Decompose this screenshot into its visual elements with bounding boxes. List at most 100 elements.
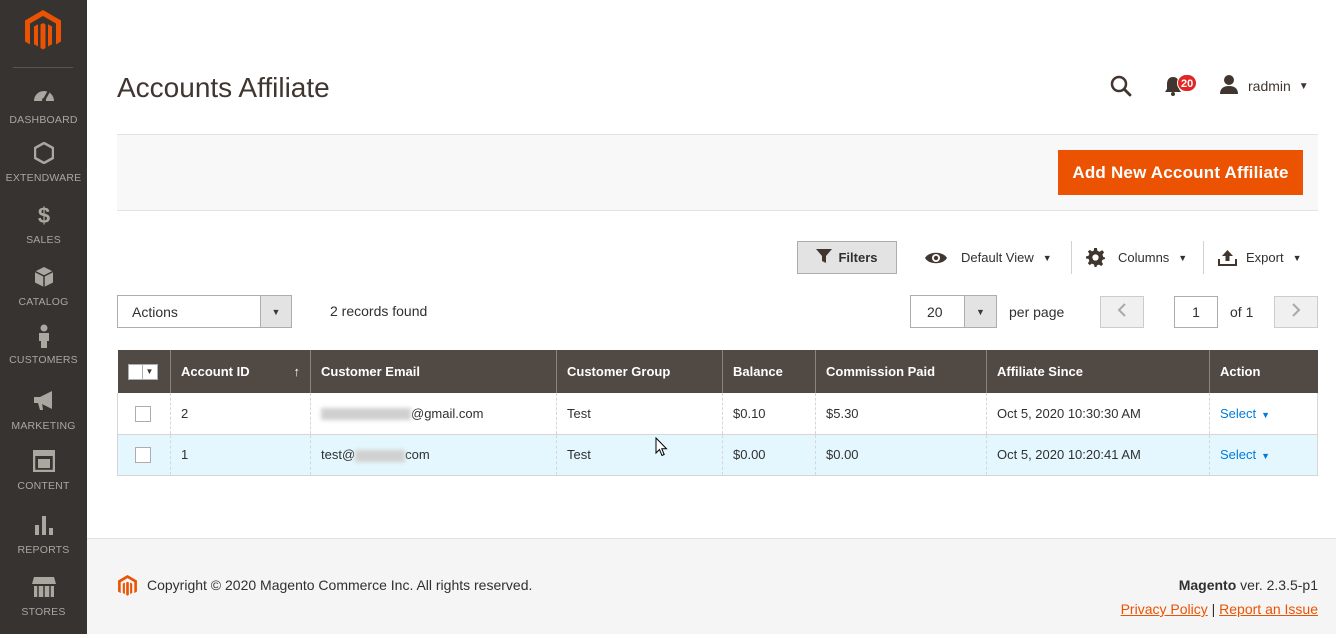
chevron-down-icon: ▼	[1261, 451, 1271, 461]
records-found-count: 2 records found	[330, 303, 428, 319]
grid-header-row: ▼ Account ID ↑ Customer Email Customer G…	[117, 350, 1318, 393]
privacy-policy-link[interactable]: Privacy Policy	[1121, 601, 1208, 617]
row-action-label: Select	[1220, 447, 1257, 462]
sidebar-item-customers[interactable]: CUSTOMERS	[0, 324, 87, 386]
affiliate-accounts-grid: ▼ Account ID ↑ Customer Email Customer G…	[117, 350, 1318, 476]
table-row[interactable]: 2 @gmail.com Test $0.10 $5.30 Oct 5, 202…	[117, 393, 1318, 435]
sidebar-item-label: SALES	[26, 234, 61, 246]
sidebar-item-extendware[interactable]: EXTENDWARE	[0, 142, 87, 204]
default-view-label: Default View	[961, 250, 1034, 265]
export-dropdown[interactable]: Export ▼	[1218, 241, 1302, 274]
magento-footer-logo-icon	[118, 575, 137, 602]
default-view-dropdown[interactable]: Default View ▼	[924, 241, 1052, 274]
brand-name: Magento	[1178, 577, 1237, 593]
sidebar-item-label: CUSTOMERS	[9, 354, 78, 366]
chevron-down-icon: ▼	[1292, 252, 1302, 263]
customer-group-cell: Test	[556, 434, 723, 476]
bar-chart-icon	[0, 514, 87, 538]
per-page-value: 20	[927, 303, 943, 320]
affiliate-since-cell: Oct 5, 2020 10:20:41 AM	[986, 434, 1210, 476]
search-icon[interactable]	[1109, 74, 1133, 103]
footer-links: Privacy Policy | Report an Issue	[1121, 601, 1318, 617]
funnel-icon	[816, 249, 833, 266]
row-select-cell[interactable]	[117, 393, 171, 435]
report-issue-link[interactable]: Report an Issue	[1219, 601, 1318, 617]
notification-count-badge: 20	[1177, 74, 1198, 92]
previous-page-button[interactable]	[1100, 296, 1144, 328]
sidebar-item-dashboard[interactable]: DASHBOARD	[0, 84, 87, 146]
row-action-select[interactable]: Select ▼	[1220, 447, 1270, 462]
row-select-cell[interactable]	[117, 434, 171, 476]
column-header-balance[interactable]: Balance	[722, 350, 816, 393]
next-page-button[interactable]	[1274, 296, 1318, 328]
sidebar-item-reports[interactable]: REPORTS	[0, 514, 87, 576]
customer-group-cell: Test	[556, 393, 723, 435]
sidebar-item-catalog[interactable]: CATALOG	[0, 266, 87, 328]
row-checkbox[interactable]	[135, 405, 151, 422]
mass-select-checkbox[interactable]: ▼	[127, 363, 158, 380]
sidebar-item-content[interactable]: CONTENT	[0, 450, 87, 512]
toolbar-divider	[1203, 241, 1204, 274]
email-prefix: test@	[321, 447, 356, 462]
column-label: Account ID	[181, 364, 250, 379]
column-label: Action	[1220, 364, 1261, 379]
chevron-down-icon: ▼	[1261, 409, 1271, 420]
total-pages-label: of 1	[1230, 304, 1254, 320]
dashboard-icon	[0, 84, 87, 108]
box-icon	[0, 266, 87, 290]
current-page-input[interactable]	[1174, 296, 1218, 328]
column-label: Customer Group	[567, 364, 671, 379]
version-info: Magento ver. 2.3.5-p1	[1179, 577, 1318, 593]
gear-icon	[1086, 248, 1105, 267]
balance-cell: $0.00	[722, 434, 816, 476]
redacted-email-part	[355, 449, 406, 462]
sidebar-item-label: CATALOG	[18, 296, 69, 308]
chevron-down-icon: ▼	[1178, 252, 1188, 263]
per-page-select[interactable]: 20 ▼	[910, 295, 997, 328]
account-id-cell: 1	[170, 434, 311, 476]
chevron-down-icon: ▼	[1042, 252, 1052, 263]
megaphone-icon	[0, 390, 87, 414]
magento-logo-icon[interactable]	[25, 10, 61, 52]
user-name: radmin	[1248, 78, 1291, 94]
action-cell: Select ▼	[1209, 393, 1318, 435]
email-suffix: @gmail.com	[411, 405, 484, 421]
column-label: Balance	[733, 364, 783, 379]
column-header-commission-paid[interactable]: Commission Paid	[815, 350, 987, 393]
mass-select-header[interactable]: ▼	[117, 350, 171, 393]
columns-label: Columns	[1118, 250, 1170, 265]
sidebar-item-label: CONTENT	[17, 480, 70, 492]
chevron-left-icon	[1117, 302, 1127, 322]
chevron-down-icon: ▼	[1298, 80, 1309, 92]
sidebar-item-sales[interactable]: $ SALES	[0, 204, 87, 266]
svg-text:$: $	[37, 204, 49, 226]
admin-user-menu[interactable]: radmin ▼	[1219, 74, 1309, 99]
eye-icon	[924, 250, 948, 266]
table-row[interactable]: 1 test@ com Test $0.00 $0.00 Oct 5, 2020 …	[117, 434, 1318, 476]
columns-dropdown[interactable]: Columns ▼	[1086, 241, 1187, 274]
column-header-affiliate-since[interactable]: Affiliate Since	[986, 350, 1210, 393]
action-cell: Select ▼	[1209, 434, 1318, 476]
balance-cell: $0.10	[722, 393, 816, 435]
add-new-account-affiliate-button[interactable]: Add New Account Affiliate	[1058, 150, 1303, 195]
store-icon	[0, 576, 87, 600]
mass-actions-select[interactable]: Actions ▼	[117, 295, 292, 328]
column-header-account-id[interactable]: Account ID ↑	[170, 350, 311, 393]
sidebar-item-stores[interactable]: STORES	[0, 576, 87, 638]
copyright-text: Copyright © 2020 Magento Commerce Inc. A…	[147, 577, 533, 593]
filters-label: Filters	[838, 250, 878, 265]
column-header-customer-group[interactable]: Customer Group	[556, 350, 723, 393]
user-icon	[1219, 74, 1239, 99]
chevron-down-icon: ▼	[145, 367, 154, 377]
commission-paid-cell: $0.00	[815, 434, 987, 476]
sidebar-item-marketing[interactable]: MARKETING	[0, 390, 87, 452]
filters-button[interactable]: Filters	[797, 241, 897, 274]
row-checkbox[interactable]	[135, 446, 151, 463]
sidebar-item-label: EXTENDWARE	[5, 172, 82, 184]
per-page-label: per page	[1009, 304, 1065, 320]
row-action-select[interactable]: Select ▼	[1220, 406, 1270, 421]
sidebar-item-label: DASHBOARD	[9, 114, 78, 126]
email-suffix: com	[405, 447, 430, 462]
column-label: Commission Paid	[826, 364, 936, 379]
column-header-customer-email[interactable]: Customer Email	[310, 350, 557, 393]
